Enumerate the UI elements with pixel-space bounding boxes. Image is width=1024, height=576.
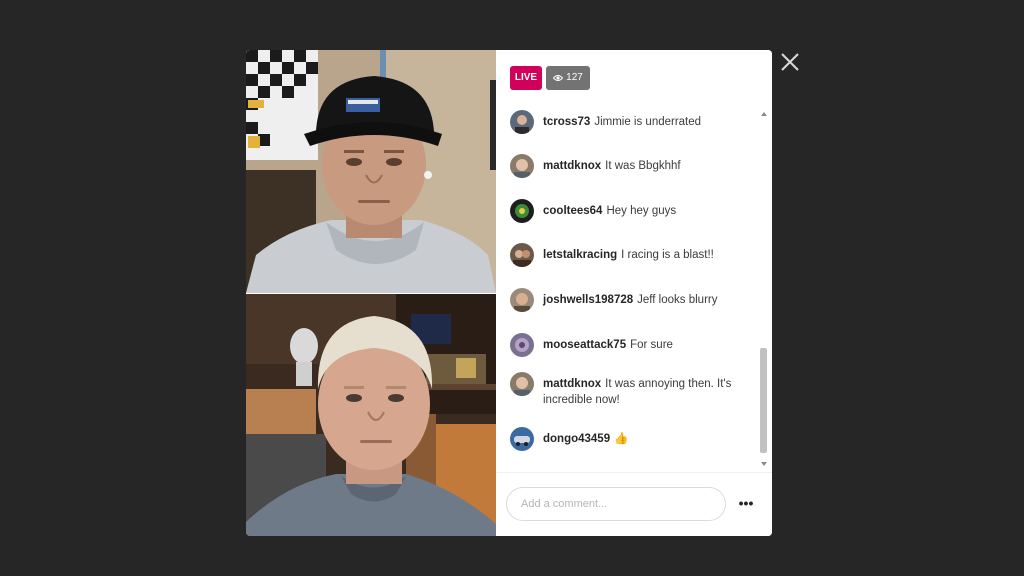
comment-item: dongo43459 👍 [510,427,750,451]
comment-message: Hey hey guys [606,205,677,217]
live-modal: LIVE 127 tcross73 Jimmie is underrated m… [246,50,772,536]
comment-username[interactable]: dongo43459 [543,433,610,445]
comment-item: mattdknox It was annoying then. It's incr… [510,372,750,408]
more-options-button[interactable]: ••• [734,493,758,515]
comment-item: joshwells198728 Jeff looks blurry [510,288,750,312]
avatar[interactable] [510,154,534,178]
close-button[interactable] [778,50,802,74]
avatar[interactable] [510,199,534,223]
comment-message: Jeff looks blurry [637,294,718,306]
close-icon [781,53,799,71]
comment-item: letstalkracing I racing is a blast!! [510,243,750,267]
avatar[interactable] [510,372,534,396]
chat-panel: LIVE 127 tcross73 Jimmie is underrated m… [496,50,772,536]
comment-item: tcross73 Jimmie is underrated [510,110,750,134]
comment-username[interactable]: cooltees64 [543,205,602,217]
comment-username[interactable]: mattdknox [543,378,601,390]
comment-message: 👍 [614,433,629,445]
live-badge: LIVE [510,66,542,90]
comment-message: Jimmie is underrated [594,116,702,128]
comment-username[interactable]: letstalkracing [543,249,617,261]
scrollbar-thumb[interactable] [760,348,767,453]
live-stream-viewer: LIVE 127 tcross73 Jimmie is underrated m… [0,0,1024,576]
video-feed-guest[interactable] [246,294,496,536]
comment-item: mattdknox It was Bbgkhhf [510,154,750,178]
avatar[interactable] [510,243,534,267]
comment-input[interactable] [506,487,726,521]
comment-list[interactable]: tcross73 Jimmie is underrated mattdknox It… [496,108,758,468]
host-video-image [246,50,496,293]
avatar[interactable] [510,427,534,451]
comment-username[interactable]: tcross73 [543,116,590,128]
video-panel [246,50,496,536]
viewer-count-badge[interactable]: 127 [546,66,590,90]
guest-video-image [246,294,496,536]
eye-icon [553,75,564,81]
chat-footer: ••• [496,472,772,536]
comment-scrollbar[interactable] [758,108,770,470]
scroll-down-arrow-icon[interactable] [760,460,768,468]
video-feed-host[interactable] [246,50,496,293]
comment-message: I racing is a blast!! [621,249,714,261]
scroll-up-arrow-icon[interactable] [760,110,768,118]
avatar[interactable] [510,110,534,134]
comment-message: It was Bbgkhhf [605,160,681,172]
comment-item: mooseattack75 For sure [510,333,750,357]
comment-message: For sure [630,339,673,351]
viewer-count: 127 [566,72,583,83]
chat-header: LIVE 127 [496,50,772,106]
comment-username[interactable]: mooseattack75 [543,339,626,351]
comment-username[interactable]: mattdknox [543,160,601,172]
avatar[interactable] [510,288,534,312]
avatar[interactable] [510,333,534,357]
comment-item: cooltees64 Hey hey guys [510,199,750,223]
comment-username[interactable]: joshwells198728 [543,294,633,306]
